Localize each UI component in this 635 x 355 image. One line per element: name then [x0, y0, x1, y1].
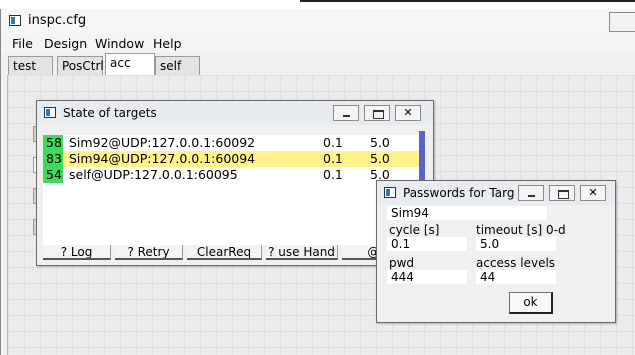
state-of-targets-window: State of targets ✕ 58 Sim92@UDP:127.0.0.… [36, 100, 434, 266]
window-title: inspc.cfg [28, 13, 87, 28]
target-cycle: 0.1 [323, 135, 343, 150]
tab-self[interactable]: self [155, 56, 200, 75]
menu-window[interactable]: Window [95, 36, 144, 51]
message-count: 83 [43, 151, 63, 167]
maximize-icon[interactable] [549, 185, 575, 201]
passwords-titlebar[interactable]: Passwords for Targ... ✕ [377, 181, 615, 205]
close-icon[interactable]: ✕ [395, 105, 421, 121]
menubar: File Design Window Help [1, 34, 635, 53]
close-icon[interactable]: ✕ [580, 185, 606, 201]
target-timeout: 5.0 [370, 151, 390, 166]
menu-design[interactable]: Design [44, 36, 87, 51]
desktop-top-band [0, 0, 635, 9]
pwd-field[interactable]: 444 [387, 270, 467, 284]
targets-window-title: State of targets [63, 106, 157, 120]
app-icon [9, 15, 21, 26]
maximize-icon[interactable] [364, 105, 390, 121]
access-levels-field[interactable]: 44 [476, 270, 556, 284]
tab-posctrl[interactable]: PosCtrl [57, 56, 104, 75]
tab-test[interactable]: test [8, 56, 53, 75]
tab-acc[interactable]: acc [105, 53, 155, 75]
window-icon [384, 187, 396, 198]
clear-request-button[interactable]: ClearReq [187, 245, 262, 260]
timeout-field[interactable]: 5.0 [476, 237, 556, 251]
ok-button[interactable]: ok [509, 292, 553, 314]
target-row[interactable]: 58 Sim92@UDP:127.0.0.1:60092 0.1 5.0 [43, 135, 419, 151]
desktop-dark-strip [300, 0, 635, 2]
target-cycle: 0.1 [323, 167, 343, 182]
message-count: 54 [43, 167, 63, 183]
main-titlebar[interactable]: inspc.cfg [1, 9, 635, 34]
target-name-field[interactable]: Sim94 [387, 206, 547, 220]
target-address: Sim92@UDP:127.0.0.1:60092 [69, 135, 256, 150]
message-count: 58 [43, 135, 63, 151]
passwords-window-title: Passwords for Targ... [403, 186, 515, 200]
retry-button[interactable]: ? Retry [115, 245, 183, 260]
passwords-window: Passwords for Targ... ✕ Sim94 cycle [s] … [376, 180, 616, 323]
tab-strip: test PosCtrl acc self [1, 53, 635, 75]
cycle-label: cycle [s] [389, 223, 440, 237]
use-hand-button[interactable]: ? use Hand [266, 245, 338, 260]
targets-titlebar[interactable]: State of targets ✕ [37, 101, 433, 125]
main-close-button[interactable] [609, 12, 635, 32]
target-cycle: 0.1 [323, 151, 343, 166]
target-timeout: 5.0 [370, 135, 390, 150]
target-row[interactable]: 54 self@UDP:127.0.0.1:60095 0.1 5.0 [43, 167, 419, 183]
target-row-selected[interactable]: 83 Sim94@UDP:127.0.0.1:60094 0.1 5.0 [43, 151, 419, 167]
menu-help[interactable]: Help [153, 36, 182, 51]
target-address: Sim94@UDP:127.0.0.1:60094 [69, 151, 256, 166]
minimize-icon[interactable] [518, 185, 544, 201]
target-address: self@UDP:127.0.0.1:60095 [69, 167, 238, 182]
window-icon [44, 107, 56, 118]
log-button[interactable]: ? Log [43, 245, 111, 260]
pwd-label: pwd [389, 256, 415, 270]
access-levels-label: access levels [476, 256, 556, 270]
minimize-icon[interactable] [333, 105, 359, 121]
menu-file[interactable]: File [12, 36, 33, 51]
targets-list[interactable]: 58 Sim92@UDP:127.0.0.1:60092 0.1 5.0 83 … [43, 135, 419, 245]
timeout-label: timeout [s] 0-d [476, 223, 566, 237]
cycle-field[interactable]: 0.1 [387, 237, 467, 251]
